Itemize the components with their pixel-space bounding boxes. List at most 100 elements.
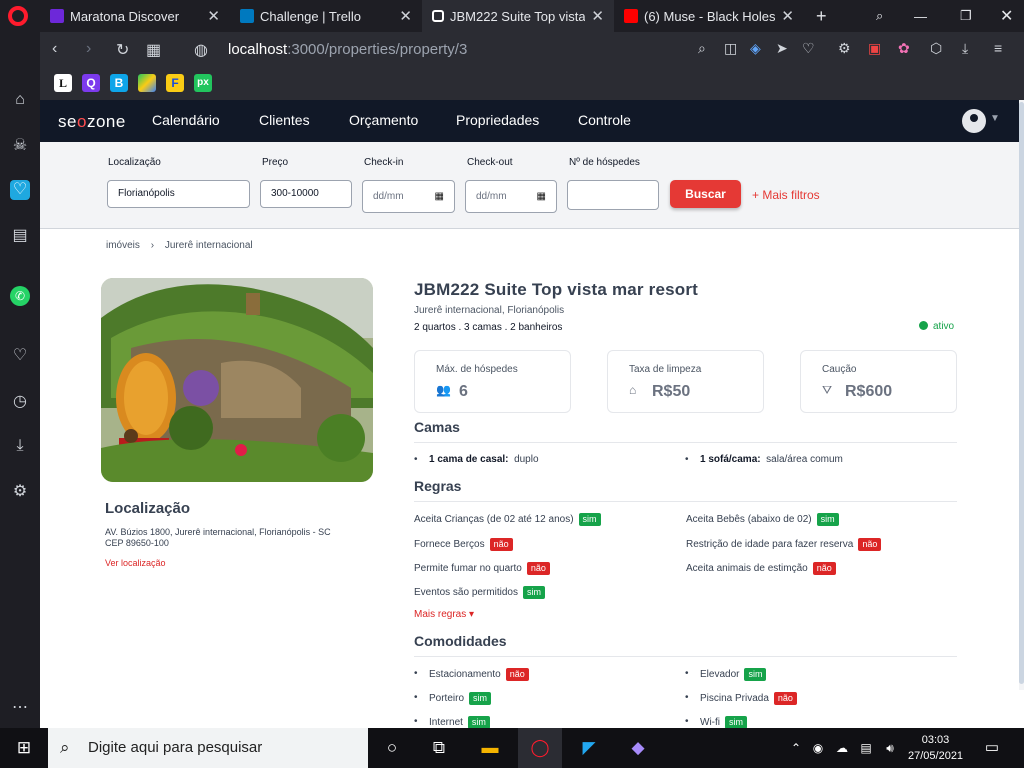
reload-icon[interactable]: ↻ <box>116 40 129 60</box>
onedrive-icon[interactable]: ☁ <box>830 736 854 760</box>
cama-value: sala/área comum <box>766 454 843 465</box>
bookmark-6-icon[interactable]: px <box>194 74 212 92</box>
close-tab-icon[interactable]: ✕ <box>781 7 794 25</box>
bookmark-2-icon[interactable]: Q <box>82 74 100 92</box>
status-badge: não <box>505 668 529 681</box>
close-window-icon[interactable]: ✕ <box>990 0 1020 32</box>
close-tab-icon[interactable]: ✕ <box>591 7 604 25</box>
calendar-icon[interactable]: ▦ <box>435 181 444 212</box>
divider <box>414 656 957 657</box>
extensions-gear-icon[interactable]: ⚙ <box>838 40 851 57</box>
status-badge: sim <box>816 513 839 526</box>
chevron-down-icon[interactable]: ▼ <box>990 113 1000 124</box>
seazone-logo[interactable]: seozone <box>58 112 126 132</box>
shield-icon[interactable]: ◈ <box>750 40 761 57</box>
download-icon[interactable]: ⤓ <box>962 40 968 57</box>
regra-text: Aceita Bebês (abaixo de 02) <box>686 514 812 525</box>
status-badge: não <box>773 692 797 705</box>
file-explorer-icon[interactable]: ▬ <box>478 736 502 760</box>
more-icon[interactable]: ⋯ <box>10 698 30 718</box>
comodidade-text: Piscina Privada <box>700 693 769 704</box>
logo-part: o <box>76 112 87 131</box>
send-icon[interactable]: ➤ <box>776 40 788 57</box>
tab-youtube[interactable]: (6) Muse - Black Holes & R ✕ <box>614 0 804 32</box>
cortana-icon[interactable]: ○ <box>380 736 404 760</box>
preco-input[interactable]: 300-10000 <box>260 180 352 208</box>
tabs-grid-icon[interactable]: ▦ <box>146 40 161 60</box>
extension-icon[interactable]: ▣ <box>868 40 881 57</box>
history-icon[interactable]: ◷ <box>10 392 30 412</box>
cama-label: 1 sofá/cama: <box>700 454 761 465</box>
opera-taskbar-icon[interactable]: ◯ <box>518 728 562 768</box>
restore-icon[interactable]: ❐ <box>950 0 980 32</box>
taskbar-search-input[interactable]: ⌕ Digite aqui para pesquisar <box>48 728 368 768</box>
zoom-search-icon[interactable]: ⌕ <box>698 40 706 57</box>
vscode-icon[interactable]: ◤ <box>577 736 601 760</box>
color-extension-icon[interactable]: ✿ <box>898 40 910 57</box>
home-icon[interactable]: ⌂ <box>10 90 30 110</box>
chevron-up-icon[interactable]: ⌃ <box>784 736 808 760</box>
url-field[interactable]: localhost:3000/properties/property/3 <box>228 41 467 58</box>
search-tabs-icon[interactable]: ⌕ <box>866 0 896 32</box>
wifi-icon[interactable]: ▤ <box>854 736 878 760</box>
hobbit-house-image <box>101 278 373 482</box>
windows-start-icon[interactable]: ⊞ <box>12 736 36 760</box>
nav-orcamento[interactable]: Orçamento <box>349 112 418 128</box>
checkin-date-value: dd/mm <box>373 191 404 202</box>
nav-controle[interactable]: Controle <box>578 112 631 128</box>
downloads-icon[interactable]: ⤓ <box>10 436 30 456</box>
buscar-button[interactable]: Buscar <box>670 180 741 208</box>
cama-label: 1 cama de casal: <box>429 454 509 465</box>
close-tab-icon[interactable]: ✕ <box>399 7 412 25</box>
browser-tab-bar: Maratona Discover ✕ Challenge | Trello ✕… <box>0 0 1024 32</box>
opera-logo-icon[interactable] <box>8 6 28 26</box>
tab-maratona[interactable]: Maratona Discover ✕ <box>40 0 230 32</box>
network-icon[interactable]: ◉ <box>806 736 830 760</box>
mais-filtros-link[interactable]: + Mais filtros <box>752 188 820 202</box>
heart-icon[interactable]: ♡ <box>802 40 815 57</box>
hospedes-input[interactable] <box>567 180 659 210</box>
volume-icon[interactable]: 🔊︎ <box>878 736 902 760</box>
close-tab-icon[interactable]: ✕ <box>207 7 220 25</box>
new-tab-button[interactable]: + <box>806 0 832 32</box>
settings-gear-icon[interactable]: ⚙ <box>10 482 30 502</box>
bookmark-1-icon[interactable]: L <box>54 74 72 92</box>
calendar-icon[interactable]: ▦ <box>537 181 546 212</box>
mais-regras-link[interactable]: Mais regras ▾ <box>414 609 474 620</box>
scrollbar-thumb[interactable] <box>1019 102 1024 684</box>
messenger-icon[interactable]: ♡ <box>10 180 30 200</box>
cube-icon[interactable]: ⬡ <box>930 40 942 57</box>
back-icon[interactable]: ‹ <box>52 40 57 58</box>
checkout-date-input[interactable]: dd/mm ▦ <box>465 180 557 213</box>
breadcrumb-imoveis[interactable]: imóveis <box>106 240 140 251</box>
status-badge: sim <box>469 692 492 705</box>
localizacao-input[interactable]: Florianópolis <box>107 180 250 208</box>
ver-localizacao-link[interactable]: Ver localização <box>105 558 166 568</box>
checkin-date-input[interactable]: dd/mm ▦ <box>362 180 455 213</box>
nav-calendario[interactable]: Calendário <box>152 112 220 128</box>
heart-icon[interactable]: ♡ <box>10 346 30 366</box>
tab-trello[interactable]: Challenge | Trello ✕ <box>230 0 422 32</box>
minimize-icon[interactable]: — <box>904 0 934 32</box>
skull-icon[interactable]: ☠ <box>10 136 30 156</box>
comodidade-item: Estacionamento não <box>414 668 529 681</box>
notifications-icon[interactable]: ▭ <box>980 736 1004 760</box>
card-value: R$600 <box>845 383 893 400</box>
task-view-icon[interactable]: ⧉ <box>427 736 451 760</box>
avatar[interactable] <box>962 109 986 133</box>
google-drive-bookmark-icon[interactable] <box>138 74 156 92</box>
camera-icon[interactable]: ◫ <box>724 40 737 57</box>
git-client-icon[interactable]: ◆ <box>626 736 650 760</box>
tab-property[interactable]: JBM222 Suite Top vista m ✕ <box>422 0 614 32</box>
bookmark-5-icon[interactable]: F <box>166 74 184 92</box>
nav-propriedades[interactable]: Propriedades <box>456 112 539 128</box>
easy-setup-icon[interactable]: ≡ <box>994 40 1002 56</box>
whatsapp-icon[interactable]: ✆ <box>10 286 30 306</box>
forward-icon[interactable]: › <box>86 40 91 58</box>
property-photo[interactable] <box>101 278 373 482</box>
notes-icon[interactable]: ▤ <box>10 226 30 246</box>
taskbar-clock[interactable]: 03:03 27/05/2021 <box>908 732 963 764</box>
bookmark-3-icon[interactable]: B <box>110 74 128 92</box>
nav-clientes[interactable]: Clientes <box>259 112 310 128</box>
address-bar-area: ‹ › ↻ ▦ ◍ localhost:3000/properties/prop… <box>40 32 1024 100</box>
